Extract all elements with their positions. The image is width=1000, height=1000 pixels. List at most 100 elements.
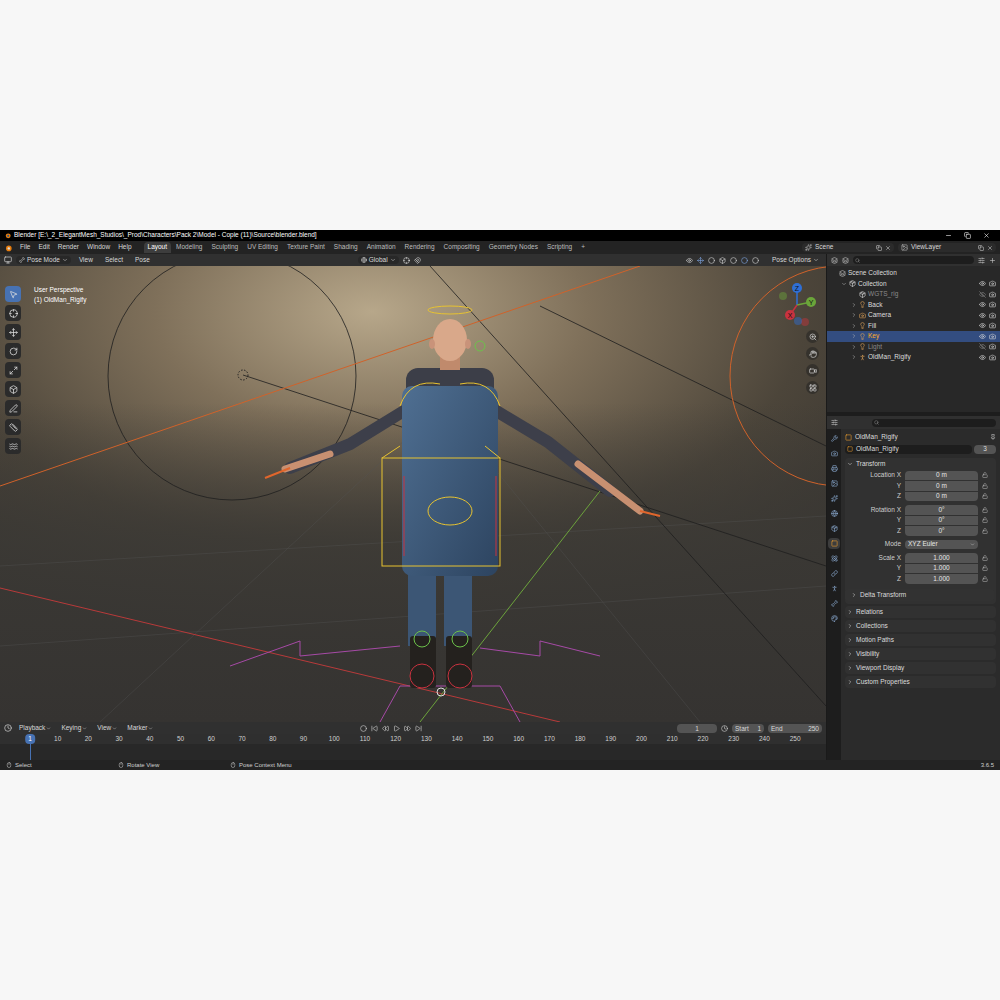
property-field[interactable]: 1.000 — [905, 574, 978, 584]
render-icon[interactable] — [989, 291, 996, 298]
display-mode-icon[interactable] — [842, 257, 849, 264]
render-icon[interactable] — [989, 280, 996, 287]
current-frame-field[interactable]: 1 — [677, 724, 717, 733]
xray-icon[interactable] — [719, 257, 726, 264]
property-field[interactable]: 0 m — [905, 492, 978, 502]
snap-icon[interactable] — [414, 257, 421, 264]
unlock-icon[interactable] — [982, 517, 988, 523]
solid-shading-icon[interactable] — [730, 257, 737, 264]
new-collection-icon[interactable] — [989, 257, 996, 264]
scene-selector[interactable]: Scene — [802, 243, 894, 252]
expand-icon[interactable] — [851, 302, 857, 308]
blender-menu-icon[interactable] — [4, 244, 12, 252]
eye-icon[interactable] — [979, 301, 986, 308]
eye-icon[interactable] — [979, 280, 986, 287]
eye-icon[interactable] — [979, 322, 986, 329]
nav-button[interactable] — [806, 330, 819, 343]
properties-tab[interactable] — [828, 583, 840, 594]
panel-header[interactable]: Viewport Display — [845, 662, 996, 674]
gizmo-toggle-icon[interactable] — [697, 257, 704, 264]
properties-tab[interactable] — [828, 538, 840, 549]
property-field[interactable]: 0° — [905, 526, 978, 536]
pin-icon[interactable] — [990, 434, 996, 440]
panel-header[interactable]: Visibility — [845, 648, 996, 660]
jump-start-icon[interactable] — [371, 725, 378, 732]
timeline-menu[interactable]: View — [94, 725, 120, 732]
visibility-icon[interactable] — [686, 257, 693, 264]
viewport-scene[interactable] — [0, 266, 826, 722]
panel-header[interactable]: Motion Paths — [845, 634, 996, 646]
editor-type-icon[interactable] — [831, 257, 838, 264]
unlock-icon[interactable] — [982, 555, 988, 561]
panel-header[interactable]: Transform — [845, 458, 996, 470]
hidden-eye-icon[interactable] — [979, 343, 986, 350]
view-layer-selector[interactable]: ViewLayer — [898, 243, 996, 252]
menu-item[interactable]: Pose — [131, 257, 154, 264]
render-icon[interactable] — [989, 312, 996, 319]
overlay-icon[interactable] — [708, 257, 715, 264]
properties-tab[interactable] — [828, 508, 840, 519]
workspace-tab[interactable]: Texture Paint — [283, 242, 329, 253]
render-icon[interactable] — [989, 322, 996, 329]
property-field[interactable]: 0° — [905, 516, 978, 526]
navigation-gizmo[interactable]: ZYX — [774, 280, 820, 330]
outliner-row[interactable]: Key — [827, 331, 1000, 342]
outliner-row[interactable]: Fill — [827, 321, 1000, 332]
workspace-tab[interactable]: Compositing — [440, 242, 484, 253]
start-frame-field[interactable]: Start1 — [732, 724, 764, 733]
properties-tab[interactable] — [828, 598, 840, 609]
expand-icon[interactable] — [851, 312, 857, 318]
eye-icon[interactable] — [979, 333, 986, 340]
property-field[interactable]: 1.000 — [905, 553, 978, 563]
tool-button[interactable] — [5, 438, 21, 454]
menu-item[interactable]: Edit — [34, 244, 53, 251]
expand-icon[interactable] — [851, 344, 857, 350]
close-icon[interactable] — [983, 232, 990, 239]
subpanel-header[interactable]: Delta Transform — [845, 589, 994, 601]
outliner-row[interactable]: Scene Collection — [827, 268, 1000, 279]
record-icon[interactable] — [360, 725, 367, 732]
render-icon[interactable] — [989, 343, 996, 350]
outliner-search[interactable] — [853, 256, 974, 264]
workspace-tab[interactable]: Rendering — [401, 242, 439, 253]
next-key-icon[interactable] — [404, 725, 411, 732]
workspace-tab[interactable]: Animation — [363, 242, 400, 253]
pose-options[interactable]: Pose Options — [769, 257, 822, 264]
properties-tab[interactable] — [828, 478, 840, 489]
property-dropdown[interactable]: XYZ Euler — [905, 540, 978, 550]
menu-item[interactable]: Select — [101, 257, 127, 264]
orientation-selector[interactable]: Global — [358, 256, 399, 265]
workspace-tab[interactable]: Geometry Nodes — [485, 242, 542, 253]
properties-tab[interactable] — [828, 553, 840, 564]
properties-tab[interactable] — [828, 463, 840, 474]
properties-tab[interactable] — [828, 613, 840, 624]
expand-icon[interactable] — [851, 323, 857, 329]
workspace-tab[interactable]: Scripting — [543, 242, 576, 253]
end-frame-field[interactable]: End250 — [768, 724, 822, 733]
expand-icon[interactable] — [841, 281, 847, 287]
expand-icon[interactable] — [851, 354, 857, 360]
expand-icon[interactable] — [851, 333, 857, 339]
tool-button[interactable] — [5, 400, 21, 416]
outliner-row[interactable]: Collection — [827, 279, 1000, 290]
tool-button[interactable] — [5, 419, 21, 435]
preview-range-icon[interactable] — [721, 725, 728, 732]
workspace-tab[interactable]: Shading — [330, 242, 362, 253]
outliner-row[interactable]: Camera — [827, 310, 1000, 321]
nav-button[interactable] — [806, 381, 819, 394]
nav-button[interactable] — [806, 347, 819, 360]
property-field[interactable]: 0° — [905, 505, 978, 515]
menu-item[interactable]: Render — [54, 244, 83, 251]
workspace-tab[interactable]: UV Editing — [243, 242, 282, 253]
outliner-row[interactable]: Light — [827, 342, 1000, 353]
workspace-tab[interactable]: Layout — [144, 242, 172, 253]
rendered-shading-icon[interactable] — [752, 257, 759, 264]
property-field[interactable]: 1.000 — [905, 564, 978, 574]
unlock-icon[interactable] — [982, 565, 988, 571]
eye-icon[interactable] — [979, 354, 986, 361]
tool-button[interactable] — [5, 286, 21, 302]
unlock-icon[interactable] — [982, 528, 988, 534]
unlock-icon[interactable] — [982, 507, 988, 513]
timeline-menu[interactable]: Keying — [58, 725, 90, 732]
jump-end-icon[interactable] — [415, 725, 422, 732]
